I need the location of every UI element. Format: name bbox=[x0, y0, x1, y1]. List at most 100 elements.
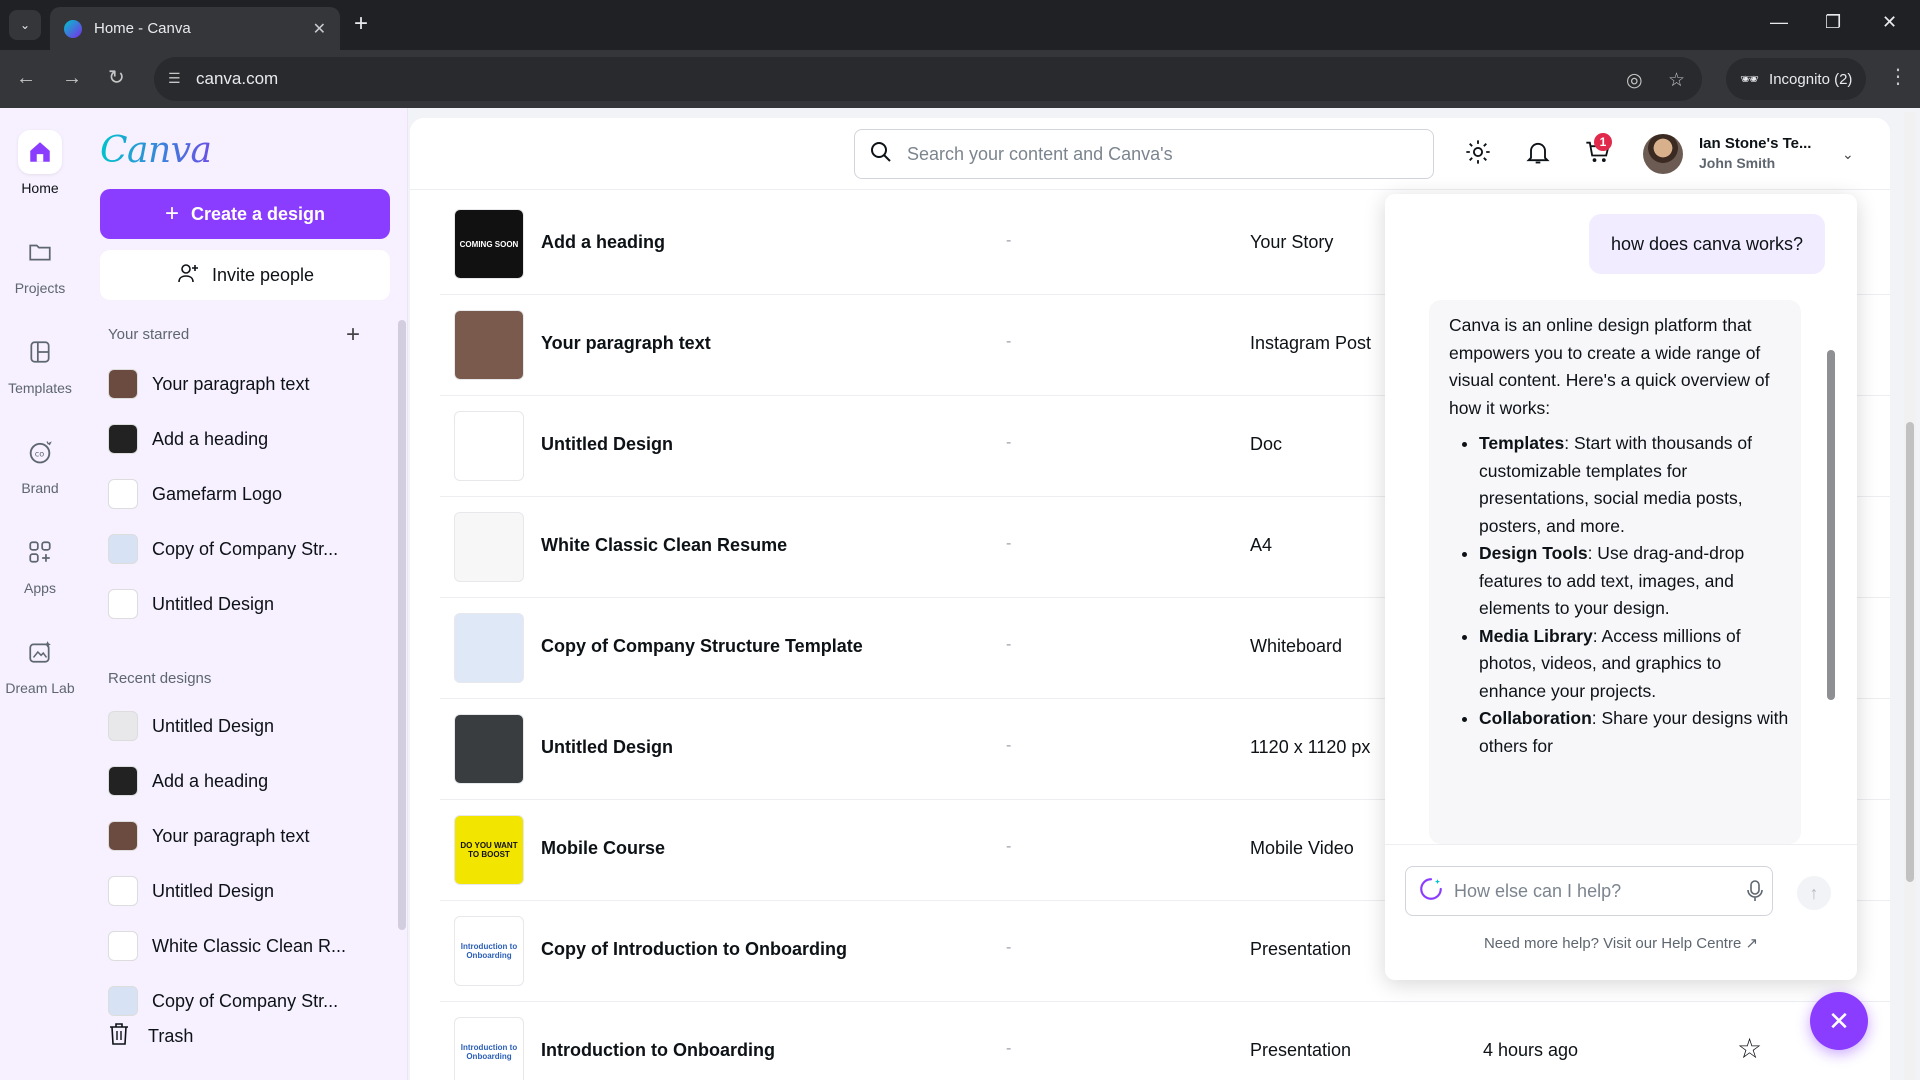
tab-search-button[interactable]: ⌄ bbox=[9, 10, 41, 40]
design-thumbnail bbox=[108, 766, 138, 796]
help-centre-link[interactable]: Need more help? Visit our Help Centre ↗ bbox=[1385, 934, 1857, 952]
sidebar-design-label: Gamefarm Logo bbox=[152, 483, 283, 504]
page-scrollbar[interactable] bbox=[1904, 112, 1916, 1080]
forward-icon[interactable]: → bbox=[62, 68, 82, 88]
window-close-icon[interactable]: ✕ bbox=[1882, 12, 1897, 33]
avatar[interactable] bbox=[1643, 134, 1683, 174]
design-title[interactable]: White Classic Clean Resume bbox=[541, 535, 787, 556]
chevron-down-icon[interactable]: ⌄ bbox=[1842, 146, 1854, 163]
sidebar-design-item[interactable]: White Classic Clean R... bbox=[108, 928, 346, 964]
user-name[interactable]: John Smith bbox=[1699, 155, 1775, 171]
create-design-button[interactable]: + Create a design bbox=[100, 189, 390, 239]
assistant-spark-icon bbox=[1418, 876, 1444, 907]
rail-projects[interactable]: Projects bbox=[0, 230, 80, 296]
top-bar: 1 Ian Stone's Te... John Smith ⌄ bbox=[410, 118, 1890, 190]
add-starred-icon[interactable]: + bbox=[346, 321, 360, 349]
design-title[interactable]: Add a heading bbox=[541, 232, 665, 253]
sidebar-scrollbar[interactable] bbox=[398, 320, 406, 930]
minimize-icon[interactable]: — bbox=[1770, 12, 1788, 33]
divider bbox=[1385, 844, 1857, 845]
design-type: Instagram Post bbox=[1250, 333, 1372, 353]
design-type: Presentation bbox=[1250, 939, 1352, 959]
send-arrow-icon[interactable]: ↑ bbox=[1797, 876, 1831, 910]
design-title[interactable]: Copy of Introduction to Onboarding bbox=[541, 939, 847, 960]
ai-bullet-point: Templates: Start with thousands of custo… bbox=[1479, 430, 1789, 540]
sidebar-design-item[interactable]: Copy of Company Str... bbox=[108, 531, 338, 567]
design-thumbnail bbox=[108, 589, 138, 619]
sidebar-design-item[interactable]: Untitled Design bbox=[108, 708, 274, 744]
assistant-input[interactable] bbox=[1454, 880, 1724, 902]
rail-apps[interactable]: Apps bbox=[0, 530, 80, 596]
brand-icon: co bbox=[18, 430, 62, 474]
ai-response: Canva is an online design platform that … bbox=[1429, 300, 1801, 844]
owner-dash: - bbox=[1006, 1040, 1012, 1057]
star-icon[interactable]: ☆ bbox=[1737, 1032, 1762, 1065]
restore-icon[interactable]: ❐ bbox=[1825, 12, 1841, 33]
tracking-off-icon[interactable]: ◎ bbox=[1626, 69, 1643, 92]
design-title[interactable]: Mobile Course bbox=[541, 838, 665, 859]
canva-favicon-icon bbox=[64, 19, 82, 38]
incognito-badge[interactable]: 🕶 Incognito (2) bbox=[1726, 58, 1866, 100]
sidebar-design-item[interactable]: Your paragraph text bbox=[108, 366, 309, 402]
rail-brand[interactable]: co Brand bbox=[0, 430, 80, 496]
sidebar: Canva + Create a design Invite people Yo… bbox=[80, 108, 408, 1080]
design-type: Presentation bbox=[1250, 1040, 1352, 1060]
new-tab-button[interactable]: + bbox=[354, 12, 368, 36]
page-scroll-thumb[interactable] bbox=[1906, 422, 1914, 882]
design-type: A4 bbox=[1250, 535, 1273, 555]
sidebar-design-item[interactable]: Untitled Design bbox=[108, 873, 274, 909]
plus-icon: + bbox=[164, 200, 179, 227]
design-title[interactable]: Untitled Design bbox=[541, 737, 673, 758]
notifications-bell-icon[interactable] bbox=[1524, 138, 1552, 173]
team-name[interactable]: Ian Stone's Te... bbox=[1699, 135, 1811, 152]
browser-tab[interactable]: Home - Canva ✕ bbox=[50, 7, 340, 50]
close-assistant-button[interactable]: ✕ bbox=[1810, 992, 1868, 1050]
ai-response-text: Canva is an online design platform that … bbox=[1449, 312, 1789, 760]
omnibox[interactable]: ☰ canva.com ◎ ☆ bbox=[154, 57, 1702, 101]
sidebar-design-item[interactable]: Add a heading bbox=[108, 763, 268, 799]
rail-home[interactable]: Home bbox=[0, 130, 80, 196]
tab-close-icon[interactable]: ✕ bbox=[313, 19, 326, 39]
bookmark-star-icon[interactable]: ☆ bbox=[1668, 69, 1685, 92]
reload-icon[interactable]: ↻ bbox=[108, 68, 125, 88]
design-title[interactable]: Introduction to Onboarding bbox=[541, 1040, 775, 1061]
owner-dash: - bbox=[1006, 838, 1012, 855]
canva-logo[interactable]: Canva bbox=[100, 130, 212, 171]
design-title[interactable]: Untitled Design bbox=[541, 434, 673, 455]
design-type: Your Story bbox=[1250, 232, 1334, 252]
rail-label: Home bbox=[21, 180, 59, 196]
search-input[interactable] bbox=[907, 143, 1407, 165]
sidebar-design-item[interactable]: Gamefarm Logo bbox=[108, 476, 282, 512]
help-centre-text: Need more help? Visit our Help Centre bbox=[1483, 935, 1742, 952]
sidebar-design-item[interactable]: Your paragraph text bbox=[108, 818, 309, 854]
ai-assistant-panel: how does canva works? Canva is an online… bbox=[1385, 194, 1857, 980]
design-thumbnail bbox=[454, 714, 524, 784]
url-text[interactable]: canva.com bbox=[196, 69, 278, 89]
design-thumbnail bbox=[108, 424, 138, 454]
sidebar-design-item[interactable]: Add a heading bbox=[108, 421, 268, 457]
trash-link[interactable]: Trash bbox=[108, 1022, 193, 1051]
ai-bullet-point: Media Library: Access millions of photos… bbox=[1479, 623, 1789, 706]
design-thumbnail bbox=[454, 512, 524, 582]
site-info-icon[interactable]: ☰ bbox=[168, 70, 186, 88]
sidebar-design-label: Copy of Company Str... bbox=[152, 538, 339, 559]
owner-dash: - bbox=[1006, 636, 1012, 653]
design-title[interactable]: Copy of Company Structure Template bbox=[541, 636, 863, 657]
back-icon[interactable]: ← bbox=[16, 68, 36, 88]
rail-dream-lab[interactable]: Dream Lab bbox=[0, 630, 80, 696]
settings-gear-icon[interactable] bbox=[1464, 138, 1492, 173]
table-row[interactable]: Introduction to Onboarding Introduction t… bbox=[440, 1002, 1890, 1080]
design-title[interactable]: Your paragraph text bbox=[541, 333, 711, 354]
sidebar-design-item[interactable]: Untitled Design bbox=[108, 586, 274, 622]
rail-templates[interactable]: Templates bbox=[0, 330, 80, 396]
assistant-scrollbar[interactable] bbox=[1827, 350, 1835, 700]
microphone-icon[interactable] bbox=[1746, 879, 1764, 908]
invite-people-button[interactable]: Invite people bbox=[100, 250, 390, 300]
assistant-input-box[interactable] bbox=[1405, 866, 1773, 916]
sidebar-design-item[interactable]: Copy of Company Str... bbox=[108, 983, 338, 1019]
browser-menu-icon[interactable]: ⋮ bbox=[1888, 64, 1908, 89]
sidebar-design-label: Your paragraph text bbox=[152, 373, 310, 394]
search-box[interactable] bbox=[854, 129, 1434, 179]
recent-title: Recent designs bbox=[108, 670, 212, 687]
design-thumbnail bbox=[454, 411, 524, 481]
